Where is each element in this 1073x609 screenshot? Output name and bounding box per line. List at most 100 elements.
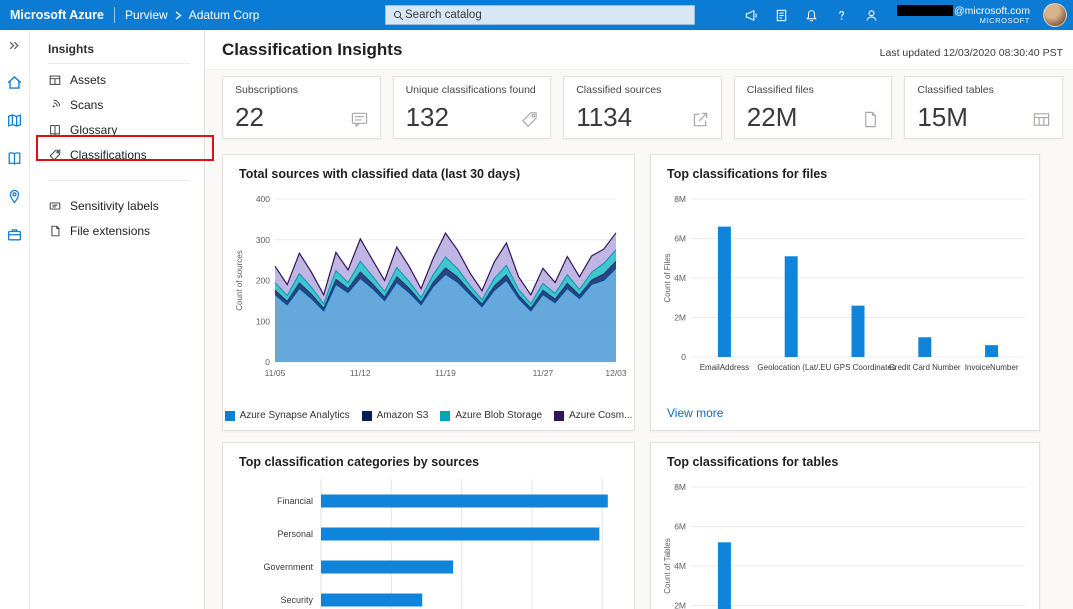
svg-text:200: 200 [256,276,270,286]
svg-text:11/19: 11/19 [435,368,456,378]
sidebar-section-divider [48,180,190,181]
categories-hbar-chart: FinancialPersonalGovernmentSecurity [233,473,624,609]
stat-card-subscriptions[interactable]: Subscriptions 22 [222,76,381,139]
legend-label: Azure Synapse Analytics [240,410,350,421]
chart-title: Total sources with classified data (last… [239,167,618,181]
management-icon[interactable] [6,226,23,243]
svg-text:8M: 8M [674,482,686,492]
sources-area-chart: 010020030040011/0511/1211/1911/2712/03Co… [233,185,624,395]
sources-icon[interactable] [6,112,23,129]
sidebar-item-glossary[interactable]: Glossary [30,117,204,142]
file-extensions-icon [48,224,62,238]
contact-icon[interactable] [863,7,880,24]
stat-label: Classified tables [917,84,1050,96]
insights-icon[interactable] [6,188,23,205]
breadcrumb-org[interactable]: Adatum Corp [189,8,260,22]
legend-chip [440,411,450,421]
sidebar-item-label: File extensions [70,224,150,238]
svg-text:Credit Card Number: Credit Card Number [889,363,961,372]
svg-text:4M: 4M [674,273,686,283]
collapse-icon[interactable] [7,38,22,53]
legend-label: Azure Blob Storage [455,410,542,421]
stat-cards-row: Subscriptions 22 Unique classifications … [222,76,1063,139]
table-icon [1032,110,1051,129]
svg-text:12/03: 12/03 [605,368,626,378]
svg-text:0: 0 [681,352,686,362]
stat-card-classified-sources[interactable]: Classified sources 1134 [563,76,722,139]
svg-text:0: 0 [265,357,270,367]
legend-label: Azure Cosm... [569,410,632,421]
legend-chip [554,411,564,421]
stat-card-classified-files[interactable]: Classified files 22M [734,76,893,139]
stat-value: 1134 [576,102,632,133]
breadcrumb-app[interactable]: Purview [125,8,168,22]
svg-text:2M: 2M [674,313,686,323]
chart-title: Top classifications for files [667,167,1023,181]
browse-icon[interactable] [6,150,23,167]
svg-text:EmailAddress: EmailAddress [700,363,749,372]
sidebar-item-assets[interactable]: Assets [30,67,204,92]
svg-text:6M: 6M [674,522,686,532]
scans-icon [48,98,62,112]
comment-icon [350,110,369,129]
chart-title: Top classification categories by sources [239,455,618,469]
legend-item-blob-storage[interactable]: Azure Blob Storage [440,410,542,421]
avatar[interactable] [1043,3,1067,27]
stat-card-unique-classifications[interactable]: Unique classifications found 132 [393,76,552,139]
legend-chip [225,411,235,421]
sidebar-heading-divider [48,63,190,64]
legend-item-synapse[interactable]: Azure Synapse Analytics [225,410,350,421]
sidebar-item-label: Assets [70,73,106,87]
search-input[interactable] [405,9,688,21]
sensitivity-labels-icon [48,199,62,213]
sidebar-item-sensitivity-labels[interactable]: Sensitivity labels [30,193,204,218]
svg-text:Financial: Financial [277,496,313,506]
legend-item-amazon-s3[interactable]: Amazon S3 [362,410,429,421]
sidebar-item-label: Sensitivity labels [70,199,159,213]
card-total-sources: Total sources with classified data (last… [222,154,635,431]
left-rail [0,30,30,609]
tables-bar-chart: 02M4M6M8MCount of Tables [661,473,1029,609]
account-email-domain: @microsoft.com [954,5,1030,17]
search-box[interactable] [385,5,695,25]
svg-text:11/05: 11/05 [265,368,286,378]
topbar: Microsoft Azure Purview Adatum Corp [0,0,1073,30]
sidebar-item-file-extensions[interactable]: File extensions [30,218,204,243]
breadcrumb-chevron-icon [175,11,182,20]
account-info[interactable]: @microsoft.com MICROSOFT [897,5,1030,26]
svg-text:300: 300 [256,235,270,245]
main-header: Classification Insights Last updated 12/… [205,30,1073,70]
chart-title: Top classifications for tables [667,455,1023,469]
view-more-link[interactable]: View more [667,406,723,420]
svg-text:Security: Security [280,595,313,605]
help-icon[interactable] [833,7,850,24]
last-updated: Last updated 12/03/2020 08:30:40 PST [880,47,1063,59]
svg-text:11/27: 11/27 [533,368,554,378]
legend-chip [362,411,372,421]
bell-icon[interactable] [803,7,820,24]
svg-text:Count of Files: Count of Files [663,253,672,302]
stat-card-classified-tables[interactable]: Classified tables 15M [904,76,1063,139]
svg-text:Personal: Personal [277,529,313,539]
card-top-classifications-tables: Top classifications for tables 02M4M6M8M… [650,442,1040,609]
svg-text:400: 400 [256,194,270,204]
stat-label: Classified sources [576,84,709,96]
sidebar-item-label: Scans [70,98,103,112]
search-icon [392,9,405,22]
azure-brand[interactable]: Microsoft Azure [10,8,104,22]
sidebar-item-scans[interactable]: Scans [30,92,204,117]
file-icon [861,110,880,129]
legend-item-cosmos[interactable]: Azure Cosm... [554,410,632,421]
feedback-icon[interactable] [743,7,760,24]
stat-label: Classified files [747,84,880,96]
sidebar-heading: Insights [48,42,204,63]
home-icon[interactable] [6,74,23,91]
notes-icon[interactable] [773,7,790,24]
export-icon [691,110,710,129]
sidebar-item-classifications[interactable]: Classifications [30,142,204,167]
svg-text:Count of sources: Count of sources [235,250,244,310]
svg-text:2M: 2M [674,601,686,609]
assets-icon [48,73,62,87]
card-classification-categories: Top classification categories by sources… [222,442,635,609]
svg-text:Geolocation (Lat/...: Geolocation (Lat/... [757,363,825,372]
